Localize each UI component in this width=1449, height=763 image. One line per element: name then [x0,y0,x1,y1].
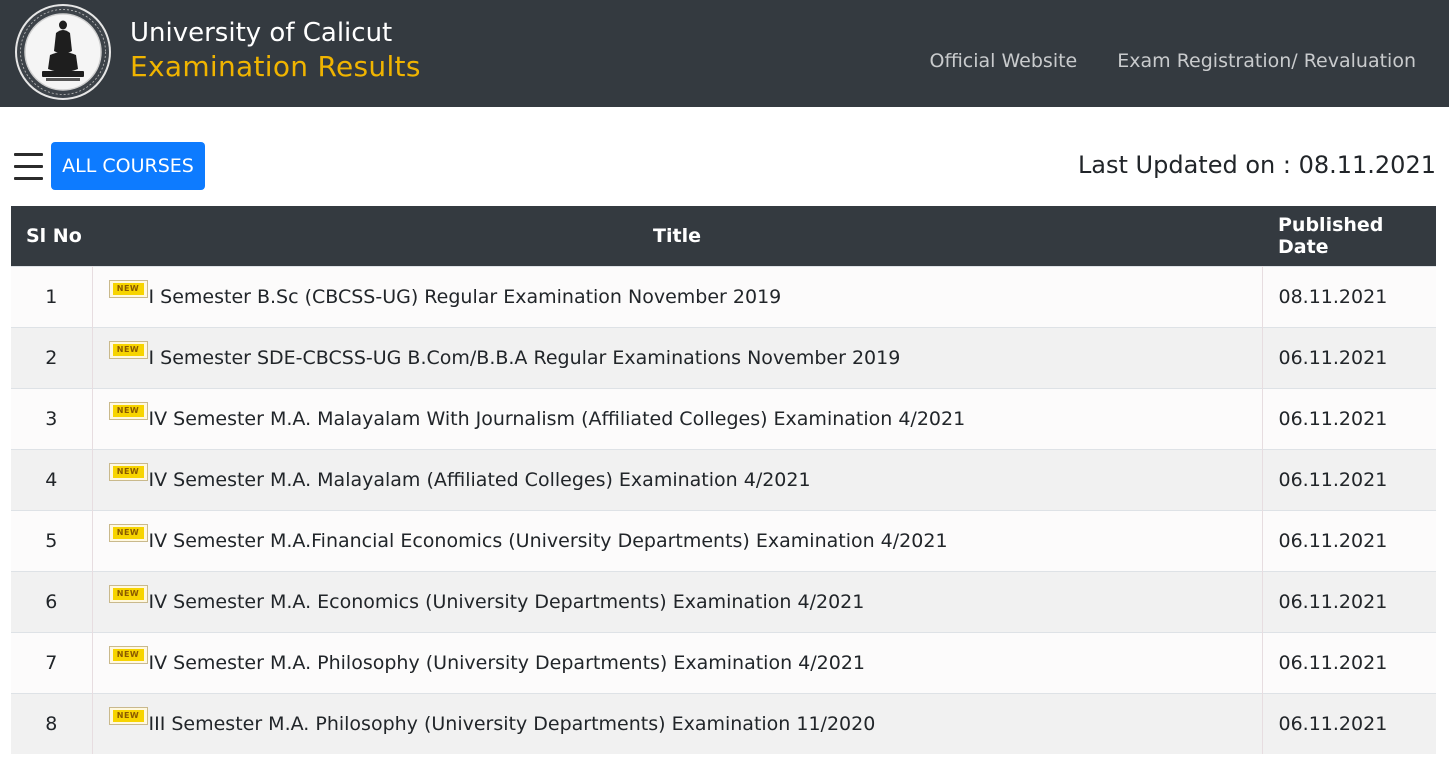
nav-link-exam-registration[interactable]: Exam Registration/ Revaluation [1117,47,1416,75]
result-link[interactable]: IV Semester M.A.Financial Economics (Uni… [149,530,948,552]
sl-no-cell: 6 [11,570,93,632]
nav-links: Official Website Exam Registration/ Reva… [929,47,1416,75]
sl-no-cell: 3 [11,387,93,449]
new-badge-icon: NEW [108,280,148,298]
sl-no-cell: 8 [11,692,93,754]
new-badge-icon: NEW [108,463,148,481]
hamburger-menu-icon[interactable] [14,151,44,181]
table-row: 8 NEW III Semester M.A. Philosophy (Unive… [11,692,1436,754]
new-badge-label: NEW [112,588,144,600]
result-link[interactable]: I Semester B.Sc (CBCSS-UG) Regular Exami… [149,286,782,308]
table-header-row: Sl No Title Published Date [11,206,1436,266]
sl-no-cell: 5 [11,509,93,571]
table-row: 3 NEW IV Semester M.A. Malayalam With Jou… [11,387,1436,449]
published-date-cell: 06.11.2021 [1262,387,1436,449]
new-badge-label: NEW [112,283,144,295]
result-link[interactable]: I Semester SDE-CBCSS-UG B.Com/B.B.A Regu… [149,347,901,369]
result-link[interactable]: IV Semester M.A. Malayalam (Affiliated C… [149,469,811,491]
nav-link-official-website[interactable]: Official Website [929,47,1077,75]
result-link[interactable]: IV Semester M.A. Economics (University D… [149,591,865,613]
all-courses-button[interactable]: ALL COURSES [51,142,205,190]
new-badge-label: NEW [112,405,144,417]
results-body: 1 NEW I Semester B.Sc (CBCSS-UG) Regular … [11,265,1436,754]
result-link[interactable]: III Semester M.A. Philosophy (University… [149,713,876,735]
university-seal-icon[interactable] [12,3,114,101]
table-row: 1 NEW I Semester B.Sc (CBCSS-UG) Regular … [11,265,1436,327]
published-date-cell: 06.11.2021 [1262,631,1436,693]
table-row: 2 NEW I Semester SDE-CBCSS-UG B.Com/B.B.A… [11,326,1436,388]
result-link[interactable]: IV Semester M.A. Philosophy (University … [149,652,866,674]
table-row: 5 NEW IV Semester M.A.Financial Economics… [11,509,1436,571]
site-title: Examination Results [130,50,421,83]
new-badge-icon: NEW [108,707,148,726]
table-row: 6 NEW IV Semester M.A. Economics (Univers… [11,570,1436,632]
results-table: Sl No Title Published Date 1 NEW I Semest… [11,206,1436,754]
title-cell: NEW IV Semester M.A.Financial Economics (… [92,509,1263,571]
published-date-cell: 06.11.2021 [1262,326,1436,388]
title-cell: NEW IV Semester M.A. Economics (Universit… [92,570,1263,632]
title-cell: NEW I Semester B.Sc (CBCSS-UG) Regular Ex… [92,265,1263,327]
new-badge-label: NEW [112,710,144,723]
new-badge-label: NEW [112,527,144,539]
last-updated-label: Last Updated on : 08.11.2021 [1077,151,1436,179]
menu-bar [14,165,43,168]
published-date-cell: 06.11.2021 [1262,448,1436,510]
sl-no-cell: 1 [11,265,93,327]
column-header-title: Title [92,206,1262,266]
published-date-cell: 06.11.2021 [1262,692,1436,754]
title-cell: NEW I Semester SDE-CBCSS-UG B.Com/B.B.A R… [92,326,1263,388]
menu-bar [14,153,43,156]
table-row: 4 NEW IV Semester M.A. Malayalam (Affilia… [11,448,1436,510]
new-badge-icon: NEW [108,585,148,603]
new-badge-icon: NEW [108,646,148,664]
column-header-published-date: Published Date [1262,206,1436,266]
title-cell: NEW IV Semester M.A. Philosophy (Universi… [92,631,1263,693]
new-badge-label: NEW [112,466,144,478]
published-date-cell: 06.11.2021 [1262,509,1436,571]
new-badge-icon: NEW [108,341,148,359]
published-date-cell: 06.11.2021 [1262,570,1436,632]
sl-no-cell: 4 [11,448,93,510]
column-header-sl-no: Sl No [11,206,92,266]
title-cell: NEW IV Semester M.A. Malayalam (Affiliate… [92,448,1263,510]
new-badge-label: NEW [112,649,144,661]
navbar: University of Calicut Examination Result… [0,0,1449,107]
university-name: University of Calicut [130,18,393,48]
table-row: 7 NEW IV Semester M.A. Philosophy (Univer… [11,631,1436,693]
menu-bar [14,177,43,180]
published-date-cell: 08.11.2021 [1262,265,1436,327]
new-badge-icon: NEW [108,524,148,542]
sl-no-cell: 2 [11,326,93,388]
title-cell: NEW IV Semester M.A. Malayalam With Journ… [92,387,1263,449]
new-badge-label: NEW [112,344,144,356]
sl-no-cell: 7 [11,631,93,693]
result-link[interactable]: IV Semester M.A. Malayalam With Journali… [149,408,966,430]
title-cell: NEW III Semester M.A. Philosophy (Univers… [92,692,1263,754]
new-badge-icon: NEW [108,402,148,420]
brand[interactable]: University of Calicut Examination Result… [130,17,421,84]
